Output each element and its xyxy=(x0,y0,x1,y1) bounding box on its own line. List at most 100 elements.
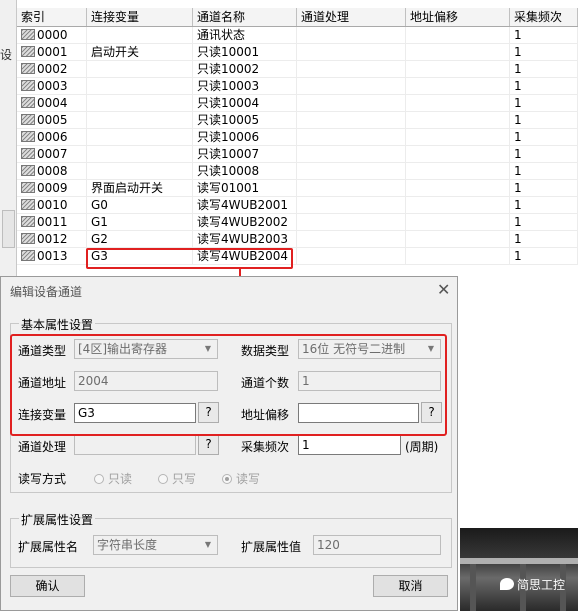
table-cell xyxy=(87,146,193,163)
column-header-channel-processing[interactable]: 通道处理 xyxy=(297,8,406,26)
basic-settings-title: 基本属性设置 xyxy=(19,316,96,333)
radio-selected-icon xyxy=(222,474,232,484)
table-cell: 只读10004 xyxy=(193,95,297,112)
edit-channel-dialog: 编辑设备通道 ✕ 基本属性设置 通道类型 [4区]输出寄存器 ▼ 数据类型 16… xyxy=(0,276,458,611)
column-header-frequency[interactable]: 采集频次 xyxy=(510,8,578,26)
table-cell xyxy=(297,112,406,129)
table-row[interactable]: 0001 启动开关 只读10001 1 xyxy=(17,44,578,61)
table-cell xyxy=(406,78,510,95)
radio-write-only-label: 只写 xyxy=(172,472,197,486)
channel-row-icon xyxy=(21,233,35,244)
table-cell: 0002 xyxy=(17,61,87,78)
column-header-link-variable[interactable]: 连接变量 xyxy=(87,8,193,26)
table-cell: 0003 xyxy=(17,78,87,95)
table-cell-text: 0007 xyxy=(37,147,68,161)
table-cell: 1 xyxy=(510,78,578,95)
table-cell xyxy=(297,146,406,163)
table-row[interactable]: 0005 只读10005 1 xyxy=(17,112,578,129)
channel-processing-label: 通道处理 xyxy=(18,440,67,454)
table-cell: 0005 xyxy=(17,112,87,129)
frequency-field[interactable]: 1 xyxy=(298,435,401,455)
table-row[interactable]: 0002 只读10002 1 xyxy=(17,61,578,78)
table-cell xyxy=(406,112,510,129)
table-cell: 0012 xyxy=(17,231,87,248)
watermark-text: 简思工控 xyxy=(517,578,566,592)
table-cell xyxy=(87,61,193,78)
table-row[interactable]: 0003 只读10003 1 xyxy=(17,78,578,95)
table-cell: 读写4WUB2001 xyxy=(193,197,297,214)
table-cell: 读写4WUB2003 xyxy=(193,231,297,248)
table-cell: 0004 xyxy=(17,95,87,112)
highlight-box-row-0013 xyxy=(86,248,293,269)
close-icon[interactable]: ✕ xyxy=(437,280,450,299)
table-cell: 1 xyxy=(510,163,578,180)
table-cell: 1 xyxy=(510,248,578,265)
cancel-button[interactable]: 取消 xyxy=(373,575,448,597)
table-cell: 只读10001 xyxy=(193,44,297,61)
table-cell xyxy=(87,163,193,180)
table-cell: 0001 xyxy=(17,44,87,61)
table-cell: 只读10002 xyxy=(193,61,297,78)
table-cell xyxy=(87,27,193,44)
table-cell-text: 0003 xyxy=(37,79,68,93)
table-cell: 0009 xyxy=(17,180,87,197)
radio-circle-icon xyxy=(158,474,168,484)
table-cell xyxy=(406,231,510,248)
table-cell: 1 xyxy=(510,129,578,146)
table-cell: 0013 xyxy=(17,248,87,265)
confirm-button[interactable]: 确认 xyxy=(10,575,85,597)
column-header-channel-name[interactable]: 通道名称 xyxy=(193,8,297,26)
photo-post xyxy=(470,564,476,611)
table-cell xyxy=(297,61,406,78)
table-cell xyxy=(87,112,193,129)
table-cell: G0 xyxy=(87,197,193,214)
table-cell xyxy=(406,197,510,214)
table-cell xyxy=(297,95,406,112)
table-row[interactable]: 0004 只读10004 1 xyxy=(17,95,578,112)
channel-row-icon xyxy=(21,46,35,57)
column-header-index[interactable]: 索引 xyxy=(17,8,87,26)
table-row[interactable]: 0010 G0 读写4WUB2001 1 xyxy=(17,197,578,214)
table-cell: 1 xyxy=(510,231,578,248)
table-cell: 1 xyxy=(510,27,578,44)
table-cell xyxy=(297,44,406,61)
radio-read-only[interactable]: 只读 xyxy=(94,470,132,487)
table-cell-text: 0011 xyxy=(37,215,68,229)
radio-write-only[interactable]: 只写 xyxy=(158,470,196,487)
table-cell-text: 0000 xyxy=(37,28,68,42)
extended-property-name-select[interactable]: 字符串长度 ▼ xyxy=(93,535,218,555)
table-cell xyxy=(297,78,406,95)
table-row[interactable]: 0000 通讯状态 1 xyxy=(17,27,578,44)
table-cell: 0007 xyxy=(17,146,87,163)
table-row[interactable]: 0006 只读10006 1 xyxy=(17,129,578,146)
radio-read-write[interactable]: 读写 xyxy=(222,470,260,487)
table-cell-text: 0013 xyxy=(37,249,68,263)
table-cell: 只读10008 xyxy=(193,163,297,180)
table-row[interactable]: 0009 界面启动开关 读写01001 1 xyxy=(17,180,578,197)
channel-row-icon xyxy=(21,216,35,227)
channel-processing-browse-button[interactable]: ? xyxy=(198,434,219,455)
radio-circle-icon xyxy=(94,474,104,484)
left-scrollbar-thumb[interactable] xyxy=(2,210,15,248)
table-row[interactable]: 0011 G1 读写4WUB2002 1 xyxy=(17,214,578,231)
table-row[interactable]: 0007 只读10007 1 xyxy=(17,146,578,163)
column-header-address-offset[interactable]: 地址偏移 xyxy=(406,8,510,26)
table-cell xyxy=(406,95,510,112)
table-cell xyxy=(297,197,406,214)
table-cell: 只读10003 xyxy=(193,78,297,95)
table-cell-text: 0002 xyxy=(37,62,68,76)
channel-processing-field[interactable] xyxy=(74,435,196,455)
table-cell: 只读10007 xyxy=(193,146,297,163)
table-cell xyxy=(406,180,510,197)
extended-property-value-field[interactable]: 120 xyxy=(313,535,441,555)
table-row[interactable]: 0012 G2 读写4WUB2003 1 xyxy=(17,231,578,248)
table-cell xyxy=(297,180,406,197)
table-cell xyxy=(297,129,406,146)
table-row[interactable]: 0008 只读10008 1 xyxy=(17,163,578,180)
table-cell xyxy=(406,214,510,231)
radio-read-write-label: 读写 xyxy=(236,472,261,486)
wechat-icon xyxy=(500,578,514,590)
channel-row-icon xyxy=(21,97,35,108)
channel-row-icon xyxy=(21,114,35,125)
table-cell: G1 xyxy=(87,214,193,231)
